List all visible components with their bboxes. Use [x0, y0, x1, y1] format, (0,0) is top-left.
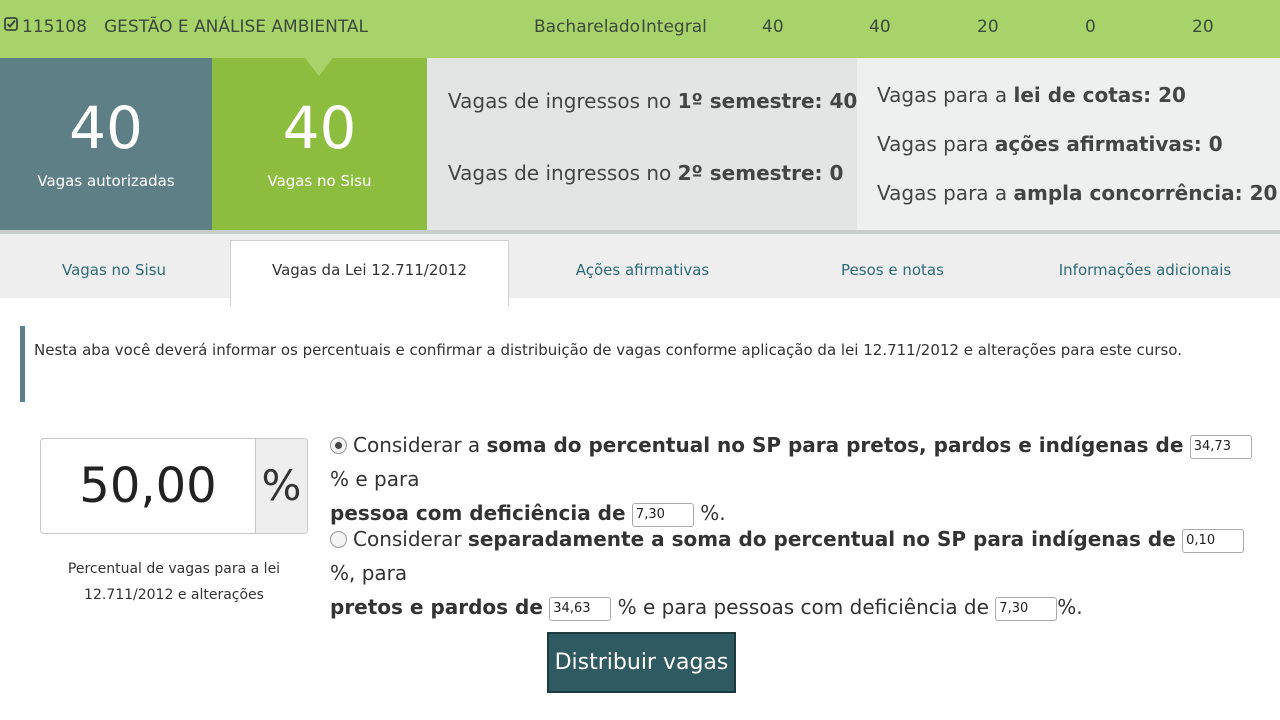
- distribuir-vagas-button[interactable]: Distribuir vagas: [547, 632, 736, 693]
- course-name: GESTÃO E ANÁLISE AMBIENTAL: [104, 17, 369, 37]
- option-separadamente: Considerar separadamente a soma do perce…: [330, 522, 1270, 624]
- vagas-sisu-box: 40 Vagas no Sisu: [212, 58, 427, 230]
- course-value-cotas: 20: [977, 17, 999, 37]
- percent-addon: %: [256, 439, 307, 533]
- tab-vagas-lei[interactable]: Vagas da Lei 12.711/2012: [230, 240, 509, 306]
- ingressos-sem2: Vagas de ingressos no 2º semestre: 0: [448, 161, 844, 185]
- tab-acoes-afirmativas[interactable]: Ações afirmativas: [510, 238, 775, 302]
- course-value-ampla: 20: [1192, 17, 1214, 37]
- tab-bar: Vagas no Sisu Vagas da Lei 12.711/2012 A…: [0, 230, 1280, 306]
- vagas-cotas: Vagas para a lei de cotas: 20: [877, 83, 1186, 107]
- distribuicao-box: Vagas para a lei de cotas: 20 Vagas para…: [857, 58, 1280, 230]
- tab-pesos-notas[interactable]: Pesos e notas: [775, 238, 1010, 302]
- selected-pointer: [305, 58, 333, 76]
- course-row: 115108 GESTÃO E ANÁLISE AMBIENTAL Bachar…: [0, 0, 1280, 58]
- option-soma-percentual: Considerar a soma do percentual no SP pa…: [330, 428, 1270, 530]
- course-value-autorizadas: 40: [762, 17, 784, 37]
- check-icon: [4, 16, 18, 36]
- course-shift: Integral: [641, 17, 707, 37]
- course-value-sisu: 40: [869, 17, 891, 37]
- input-ppi-percent[interactable]: 34,73: [1189, 434, 1252, 459]
- ingressos-sem1: Vagas de ingressos no 1º semestre: 40: [448, 89, 858, 113]
- percent-input-group: 50,00 %: [40, 438, 308, 534]
- ingressos-box: Vagas de ingressos no 1º semestre: 40 Va…: [427, 58, 857, 230]
- vagas-autorizadas-box: 40 Vagas autorizadas: [0, 58, 212, 230]
- info-note: Nesta aba você deverá informar os percen…: [20, 326, 1260, 402]
- course-value-acoes: 0: [1085, 17, 1096, 37]
- course-code: 115108: [22, 17, 87, 37]
- input-indigenas-percent[interactable]: 0,10: [1182, 528, 1245, 553]
- radio-option-1[interactable]: [330, 437, 347, 454]
- vagas-autorizadas-label: Vagas autorizadas: [37, 172, 175, 190]
- tab-informacoes-adicionais[interactable]: Informações adicionais: [1010, 238, 1280, 302]
- percent-input[interactable]: 50,00: [41, 439, 256, 533]
- vagas-ampla: Vagas para a ampla concorrência: 20: [877, 181, 1278, 205]
- tab-vagas-sisu[interactable]: Vagas no Sisu: [0, 238, 228, 302]
- vagas-autorizadas-number: 40: [69, 94, 143, 162]
- radio-option-2[interactable]: [330, 531, 347, 548]
- input-pretos-pardos-percent[interactable]: 34,63: [549, 596, 612, 621]
- course-degree: Bacharelado: [534, 17, 641, 37]
- vagas-acoes: Vagas para ações afirmativas: 0: [877, 132, 1223, 156]
- input-pcd-percent-2[interactable]: 7,30: [995, 596, 1058, 621]
- percent-caption: Percentual de vagas para a lei 12.711/20…: [67, 561, 281, 603]
- summary-panel: 40 Vagas autorizadas 40 Vagas no Sisu Va…: [0, 58, 1280, 230]
- vagas-sisu-label: Vagas no Sisu: [267, 172, 372, 190]
